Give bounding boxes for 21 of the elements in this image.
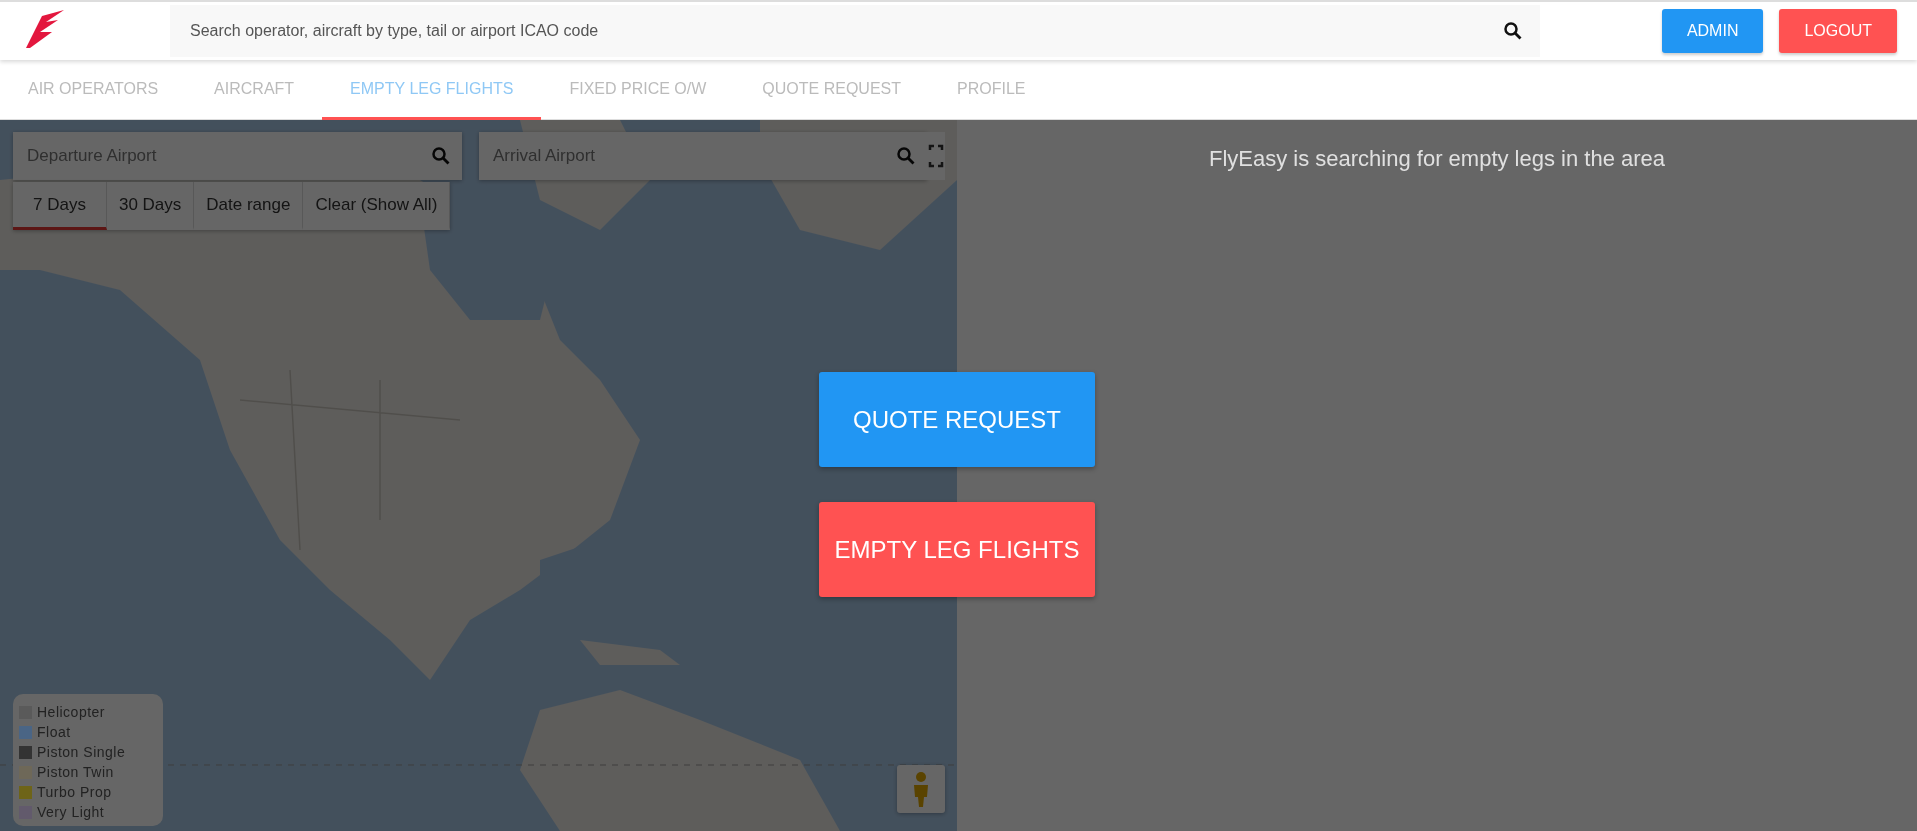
legend-label: Turbo Prop <box>37 782 112 802</box>
search-field[interactable]: Search operator, aircraft by type, tail or airport ICAO code <box>170 5 1540 57</box>
date-filter-tab[interactable]: Clear (Show All) <box>303 182 451 230</box>
nav-tab[interactable]: AIRCRAFT <box>186 60 323 120</box>
legend-label: Very Light <box>37 802 105 822</box>
legend-label: Helicopter <box>37 702 106 722</box>
nav-tab[interactable]: AIR OPERATORS <box>0 60 187 120</box>
nav-tab[interactable]: FIXED PRICE O/W <box>541 60 735 120</box>
legend-label: Float <box>37 722 71 742</box>
empty-leg-flights-button[interactable]: EMPTY LEG FLIGHTS <box>819 502 1095 597</box>
date-filter-tab[interactable]: 30 Days <box>106 182 195 230</box>
date-filter-tab[interactable]: Date range <box>194 182 304 230</box>
status-text: FlyEasy is searching for empty legs in the area <box>1207 145 1667 173</box>
quote-request-button[interactable]: QUOTE REQUEST <box>819 372 1095 467</box>
legend-label: Piston Twin <box>37 762 114 782</box>
date-filter-tab[interactable]: 7 Days <box>13 182 107 230</box>
logout-button[interactable]: LOGOUT <box>1779 9 1897 53</box>
nav-tab[interactable]: PROFILE <box>929 60 1054 120</box>
legend-label: Piston Single <box>37 742 126 762</box>
nav-tab[interactable]: QUOTE REQUEST <box>734 60 929 120</box>
admin-button[interactable]: ADMIN <box>1661 9 1764 53</box>
